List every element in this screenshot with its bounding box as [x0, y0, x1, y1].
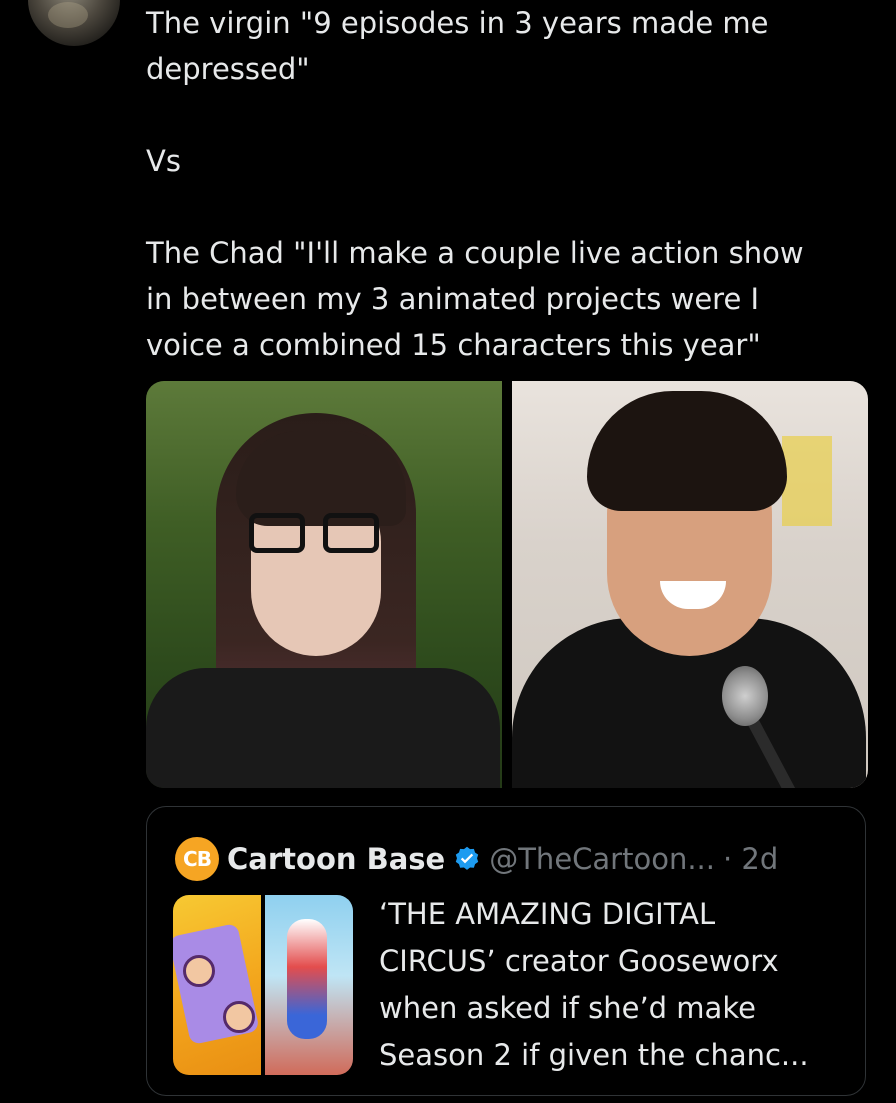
glasses-shape [249, 513, 379, 557]
quoted-tweet-card[interactable]: CB Cartoon Base @TheCartoon... · 2d ‘THE… [146, 806, 866, 1096]
jester-character-shape [287, 919, 327, 1039]
cartoon-base-logo-icon[interactable]: CB [175, 837, 219, 881]
character-eye-shape [183, 955, 215, 987]
quoted-author-handle[interactable]: @TheCartoon... [489, 841, 715, 877]
thumbnail-right-panel [265, 895, 353, 1075]
background-sign-shape [782, 436, 832, 526]
bangs-shape [236, 431, 406, 526]
character-eye-shape [223, 1001, 255, 1033]
tweet-text: The virgin "9 episodes in 3 years made m… [146, 6, 804, 362]
quoted-author-name[interactable]: Cartoon Base [227, 841, 445, 877]
hair-shape [587, 391, 787, 511]
tweet-media [146, 381, 868, 788]
quoted-tweet-thumbnail[interactable] [173, 895, 353, 1075]
quoted-timestamp[interactable]: · 2d [723, 841, 778, 877]
microphone-icon [722, 666, 768, 726]
quoted-tweet-header: CB Cartoon Base @TheCartoon... · 2d [175, 837, 778, 881]
smiling-man-with-microphone-photo[interactable] [512, 381, 868, 788]
quoted-tweet-text: ‘THE AMAZING DIGITAL CIRCUS’ creator Goo… [379, 897, 809, 1072]
thumbnail-left-panel [173, 895, 261, 1075]
shirt-shape [146, 668, 500, 788]
verified-badge-icon [456, 846, 479, 870]
woman-with-glasses-photo[interactable] [146, 381, 502, 788]
author-avatar[interactable] [28, 0, 120, 46]
